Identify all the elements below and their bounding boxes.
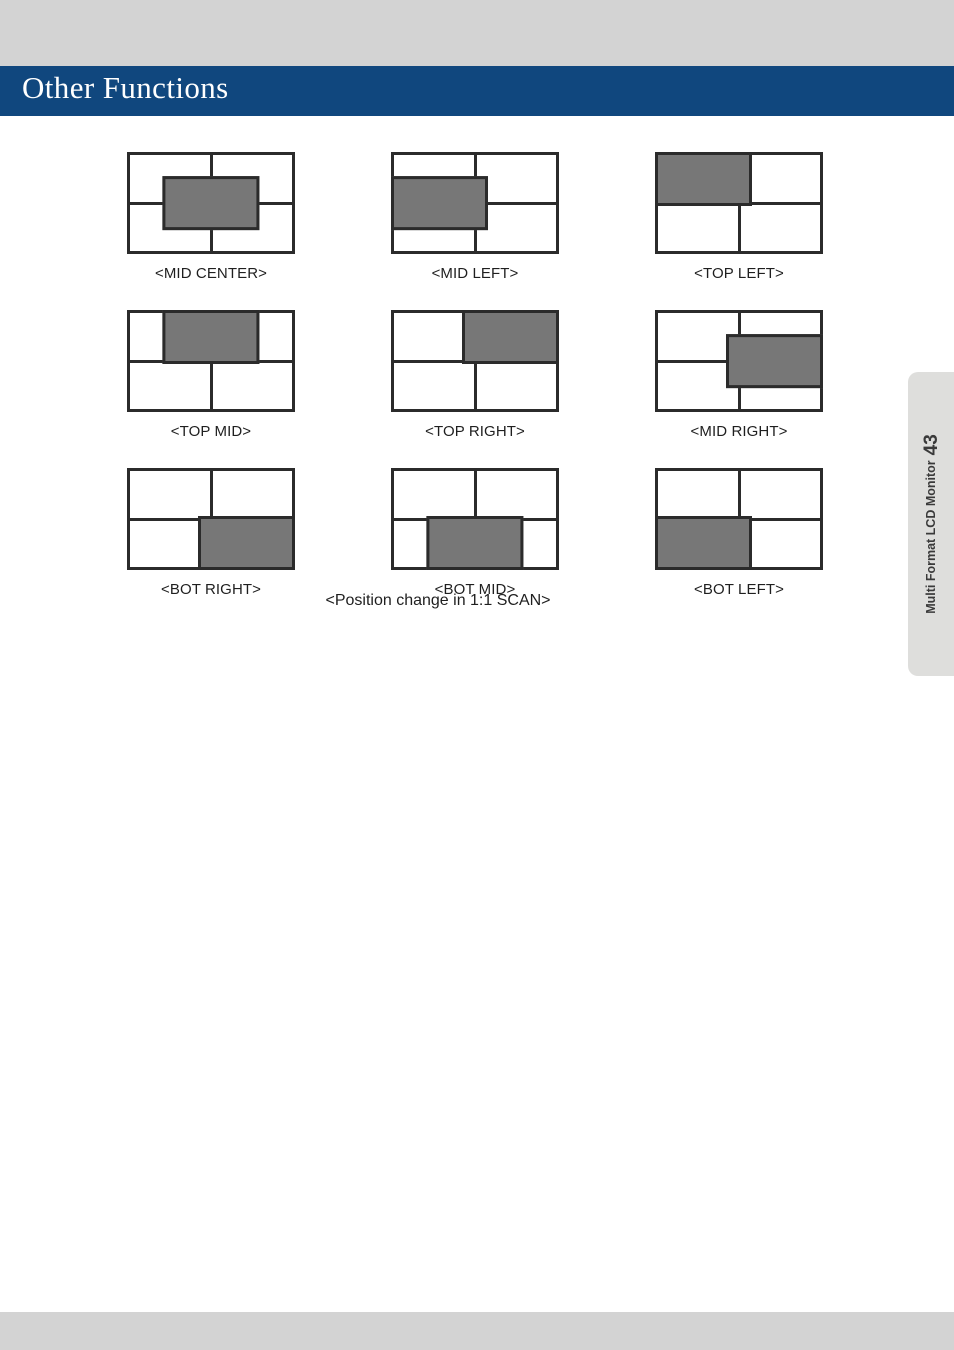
screen-outline — [127, 310, 295, 412]
screen-outline — [655, 468, 823, 570]
diagram-cell: <BOT LEFT> — [654, 468, 824, 598]
position-diagram-figure: <MID CENTER> <MID LEFT> <TOP LEFT> <TOP MID… — [0, 152, 954, 598]
screen-outline — [127, 152, 295, 254]
screen-outline — [391, 152, 559, 254]
row-spacer — [0, 440, 954, 468]
screen-outline — [655, 310, 823, 412]
screen-outline — [655, 152, 823, 254]
scan-region-block — [162, 176, 260, 230]
diagram-label: <TOP RIGHT> — [425, 423, 525, 440]
row-spacer — [0, 282, 954, 310]
diagram-cell: <MID RIGHT> — [654, 310, 824, 440]
diagram-label: <MID LEFT> — [431, 265, 519, 282]
scan-region-block — [461, 310, 559, 364]
diagram-cell: <MID CENTER> — [126, 152, 296, 282]
chapter-header-bar: Other Functions — [0, 66, 954, 116]
screen-outline — [391, 310, 559, 412]
scan-region-block — [391, 176, 489, 230]
scan-region-block — [162, 310, 260, 364]
diagram-cell: <BOT RIGHT> — [126, 468, 296, 598]
diagram-row: <BOT RIGHT> <BOT MID> <BOT LEFT> — [0, 468, 954, 598]
page-top-band — [0, 0, 954, 66]
diagram-cell: <TOP MID> — [126, 310, 296, 440]
scan-region-block — [655, 152, 753, 206]
diagram-cell: <TOP LEFT> — [654, 152, 824, 282]
page-bottom-band — [0, 1312, 954, 1350]
scan-region-block — [655, 516, 753, 570]
scan-region-block — [426, 516, 524, 570]
scan-region-block — [197, 516, 295, 570]
diagram-label: <MID RIGHT> — [690, 423, 788, 440]
scan-region-block — [725, 334, 823, 388]
diagram-cell: <TOP RIGHT> — [390, 310, 560, 440]
diagram-row: <TOP MID> <TOP RIGHT> <MID RIGHT> — [0, 310, 954, 440]
diagram-cell: <MID LEFT> — [390, 152, 560, 282]
diagram-label: <TOP MID> — [170, 423, 252, 440]
diagram-label: <TOP LEFT> — [694, 265, 784, 282]
screen-outline — [391, 468, 559, 570]
chapter-title: Other Functions — [22, 70, 229, 105]
figure-caption: <Position change in 1:1 SCAN> — [325, 592, 551, 609]
screen-outline — [127, 468, 295, 570]
diagram-label: <MID CENTER> — [154, 265, 268, 282]
diagram-row: <MID CENTER> <MID LEFT> <TOP LEFT> — [0, 152, 954, 282]
diagram-cell: <BOT MID> — [390, 468, 560, 598]
